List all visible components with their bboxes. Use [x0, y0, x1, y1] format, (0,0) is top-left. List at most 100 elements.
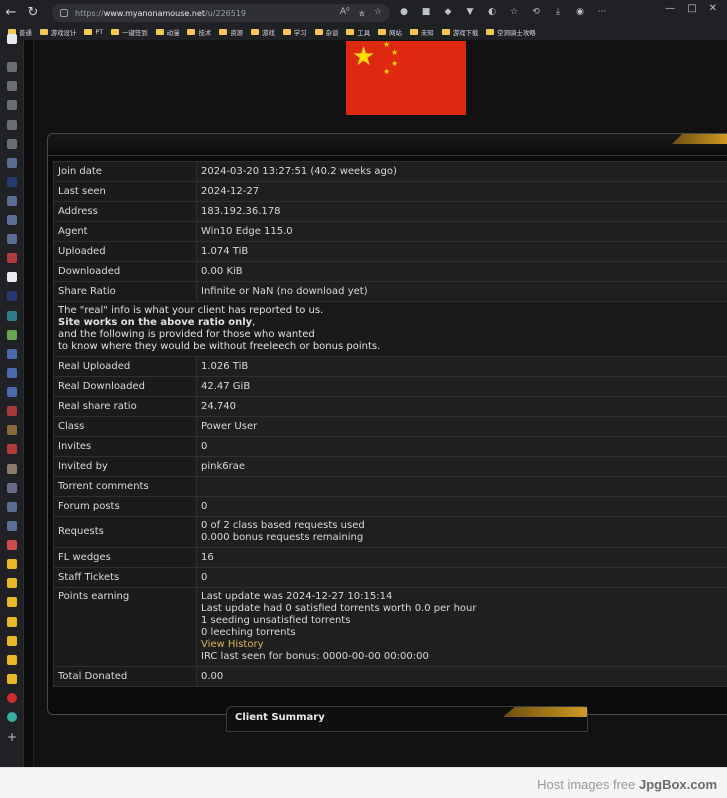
folder-icon: [155, 29, 164, 35]
tab-favicon[interactable]: [7, 693, 17, 703]
favorite-star-icon[interactable]: ☆: [374, 7, 382, 20]
tab-favicon[interactable]: [7, 406, 17, 416]
tab-favicon[interactable]: [7, 502, 17, 512]
address-bar[interactable]: https:// www.myanonamouse.net /u/226519 …: [52, 4, 390, 22]
extensions-icon[interactable]: ◐: [484, 4, 500, 20]
tab-favicon-active[interactable]: [7, 559, 17, 569]
row-label: FL wedges: [53, 547, 197, 568]
tab-favicon[interactable]: [7, 674, 17, 684]
footer-prefix: Host images free: [537, 777, 639, 792]
tab-favicon[interactable]: [7, 330, 17, 340]
extension-icon-2[interactable]: ■: [418, 4, 434, 20]
extension-icon-3[interactable]: ◆: [440, 4, 456, 20]
tab-favicon[interactable]: [7, 215, 17, 225]
minimize-icon[interactable]: —: [665, 3, 675, 14]
tab-favicon[interactable]: [7, 177, 17, 187]
more-menu-icon[interactable]: ⋯: [594, 4, 610, 20]
tab-favicon[interactable]: [7, 636, 17, 646]
footer-brand[interactable]: JpgBox.com: [639, 777, 717, 792]
note-line: and the following is provided for those …: [58, 329, 315, 340]
bookmark-folder[interactable]: 游戏下载: [441, 28, 478, 37]
bookmark-folder[interactable]: 工具: [346, 28, 370, 37]
row-value: 0.00: [196, 666, 727, 687]
tab-favicon[interactable]: [7, 196, 17, 206]
table-row: Share Ratio Infinite or NaN (no download …: [53, 281, 727, 302]
inviter-link[interactable]: pink6rae: [196, 456, 727, 477]
tab-favicon[interactable]: [7, 100, 17, 110]
tab-actions-icon[interactable]: [7, 34, 17, 44]
bookmark-folder[interactable]: 学习: [282, 28, 307, 37]
tab-favicon[interactable]: [7, 655, 17, 665]
flag-small-star: ★: [391, 59, 399, 68]
table-row: Downloaded 0.00 KiB: [53, 261, 727, 282]
row-value: Infinite or NaN (no download yet): [196, 281, 727, 302]
tab-favicon[interactable]: [7, 311, 17, 321]
maximize-icon[interactable]: □: [687, 3, 696, 14]
bookmark-folder[interactable]: 空洞骑士攻略: [486, 28, 536, 37]
tab-favicon[interactable]: [7, 349, 17, 359]
bookmark-folder[interactable]: 未知: [409, 28, 434, 37]
address-actions: A⁰ ㅎ ☆: [340, 7, 382, 20]
back-icon[interactable]: ←: [0, 1, 22, 23]
read-aloud-icon[interactable]: A⁰: [340, 7, 350, 20]
download-icon[interactable]: ⤓: [550, 4, 566, 20]
flag-small-star: ★: [383, 41, 391, 49]
tab-favicon[interactable]: [7, 425, 17, 435]
bookmark-folder[interactable]: 动漫: [155, 28, 179, 37]
tab-favicon[interactable]: [7, 617, 17, 627]
table-row: Last seen 2024-12-27: [53, 181, 727, 202]
tab-favicon[interactable]: [7, 272, 17, 282]
tab-favicon[interactable]: [7, 483, 17, 493]
tab-favicon[interactable]: [7, 540, 17, 550]
row-label: Downloaded: [53, 261, 197, 282]
new-tab-icon[interactable]: +: [7, 731, 17, 743]
bookmark-folder[interactable]: 一键签到: [111, 28, 148, 37]
bookmark-folder[interactable]: 游戏: [251, 28, 275, 37]
row-value: 2024-03-20 13:27:51 (40.2 weeks ago): [196, 161, 727, 182]
bookmark-folder[interactable]: 网站: [378, 28, 402, 37]
tab-favicon[interactable]: [7, 158, 17, 168]
refresh-icon[interactable]: ↻: [22, 1, 44, 23]
translate-icon[interactable]: ㅎ: [358, 7, 366, 20]
tab-favicon[interactable]: [7, 234, 17, 244]
bookmark-folder[interactable]: 技术: [187, 28, 211, 37]
tab-favicon[interactable]: [7, 291, 17, 301]
tab-favicon[interactable]: [7, 368, 17, 378]
flag-small-star: ★: [383, 67, 391, 76]
row-label: Agent: [53, 221, 197, 242]
extension-icon-1[interactable]: ●: [396, 4, 412, 20]
favorites-icon[interactable]: ☆: [506, 4, 522, 20]
url-prefix: https://: [75, 8, 104, 18]
extension-bar: ● ■ ◆ ▼ ◐ ☆ ⟲ ⤓ ◉ ⋯: [396, 4, 610, 20]
bookmark-folder[interactable]: PT: [84, 28, 103, 36]
tab-favicon[interactable]: [7, 253, 17, 263]
tab-favicon[interactable]: [7, 712, 17, 722]
invites-link[interactable]: 0: [196, 436, 727, 457]
close-icon[interactable]: ✕: [709, 3, 717, 14]
tab-favicon[interactable]: [7, 578, 17, 588]
tab-favicon[interactable]: [7, 120, 17, 130]
table-row: Forum posts 0: [53, 496, 727, 517]
tab-favicon[interactable]: [7, 62, 17, 72]
tab-favicon[interactable]: [7, 464, 17, 474]
view-history-link[interactable]: View History: [201, 639, 723, 651]
tab-favicon[interactable]: [7, 521, 17, 531]
tab-favicon[interactable]: [7, 597, 17, 607]
staff-tickets-link[interactable]: 0: [196, 567, 727, 588]
requests-value: 0 of 2 class based requests used 0.000 b…: [196, 516, 727, 548]
history-icon[interactable]: ⟲: [528, 4, 544, 20]
tab-favicon[interactable]: [7, 444, 17, 454]
row-label: Last seen: [53, 181, 197, 202]
lock-icon: [60, 9, 68, 17]
shield-icon[interactable]: ▼: [462, 4, 478, 20]
bookmark-folder[interactable]: 杂谈: [314, 28, 338, 37]
folder-icon: [314, 29, 323, 35]
profile-avatar-icon[interactable]: ◉: [572, 4, 588, 20]
bookmark-folder[interactable]: 资源: [219, 28, 243, 37]
bookmark-folder[interactable]: 游戏设计: [39, 28, 76, 37]
tab-favicon[interactable]: [7, 139, 17, 149]
tab-favicon[interactable]: [7, 81, 17, 91]
row-value: 24.740: [196, 396, 727, 417]
page-left-rail: [24, 40, 34, 767]
tab-favicon[interactable]: [7, 387, 17, 397]
